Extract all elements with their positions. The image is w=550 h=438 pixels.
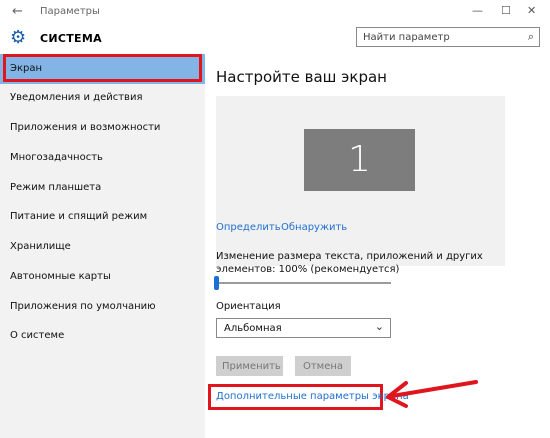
main-content: Настройте ваш экран 1 Определить Обнаруж… bbox=[205, 54, 550, 438]
search-box[interactable]: ⌕ bbox=[356, 27, 540, 47]
sidebar-item-apps-features[interactable]: Приложения и возможности bbox=[0, 113, 205, 143]
orientation-select[interactable]: Альбомная ⌄ bbox=[216, 318, 391, 338]
close-icon[interactable]: ✕ bbox=[527, 4, 536, 17]
sidebar-item-multitasking[interactable]: Многозадачность bbox=[0, 143, 205, 173]
search-icon[interactable]: ⌕ bbox=[528, 30, 534, 44]
settings-window: ← Параметры — ☐ ✕ ⚙ СИСТЕМА ⌕ Экран Увед… bbox=[0, 0, 550, 438]
minimize-icon[interactable]: — bbox=[472, 4, 483, 17]
sidebar-item-storage[interactable]: Хранилище bbox=[0, 232, 205, 262]
gear-icon: ⚙ bbox=[10, 27, 27, 48]
orientation-value: Альбомная bbox=[224, 323, 282, 334]
sidebar-item-about[interactable]: О системе bbox=[0, 321, 205, 351]
sidebar-item-default-apps[interactable]: Приложения по умолчанию bbox=[0, 292, 205, 322]
search-input[interactable] bbox=[363, 30, 513, 44]
sidebar-item-notifications[interactable]: Уведомления и действия bbox=[0, 83, 205, 113]
display-preview: 1 bbox=[216, 96, 505, 266]
back-arrow-icon[interactable]: ← bbox=[12, 4, 23, 19]
identify-link[interactable]: Определить bbox=[216, 222, 281, 233]
maximize-icon[interactable]: ☐ bbox=[501, 4, 511, 17]
chevron-down-icon: ⌄ bbox=[374, 320, 384, 333]
settings-header: ⚙ СИСТЕМА ⌕ bbox=[0, 24, 550, 54]
page-title: Настройте ваш экран bbox=[216, 68, 387, 86]
monitor-tile[interactable]: 1 bbox=[304, 129, 415, 191]
cancel-button[interactable]: Отмена bbox=[295, 356, 351, 376]
detect-link[interactable]: Обнаружить bbox=[281, 222, 347, 233]
scale-slider-track[interactable] bbox=[216, 282, 391, 284]
window-title: Параметры bbox=[40, 6, 100, 17]
scale-label: Изменение размера текста, приложений и д… bbox=[216, 251, 483, 275]
sidebar-item-offline-maps[interactable]: Автономные карты bbox=[0, 262, 205, 292]
orientation-label: Ориентация bbox=[216, 301, 281, 312]
sidebar-item-power-sleep[interactable]: Питание и спящий режим bbox=[0, 202, 205, 232]
scale-slider-thumb[interactable] bbox=[214, 276, 219, 290]
page-section-title: СИСТЕМА bbox=[40, 32, 102, 45]
sidebar: Экран Уведомления и действия Приложения … bbox=[0, 54, 205, 438]
sidebar-item-tablet-mode[interactable]: Режим планшета bbox=[0, 173, 205, 203]
title-bar: ← Параметры — ☐ ✕ bbox=[0, 0, 550, 24]
apply-button[interactable]: Применить bbox=[216, 356, 283, 376]
advanced-display-settings-link[interactable]: Дополнительные параметры экрана bbox=[216, 391, 409, 402]
sidebar-item-display[interactable]: Экран bbox=[0, 54, 205, 84]
